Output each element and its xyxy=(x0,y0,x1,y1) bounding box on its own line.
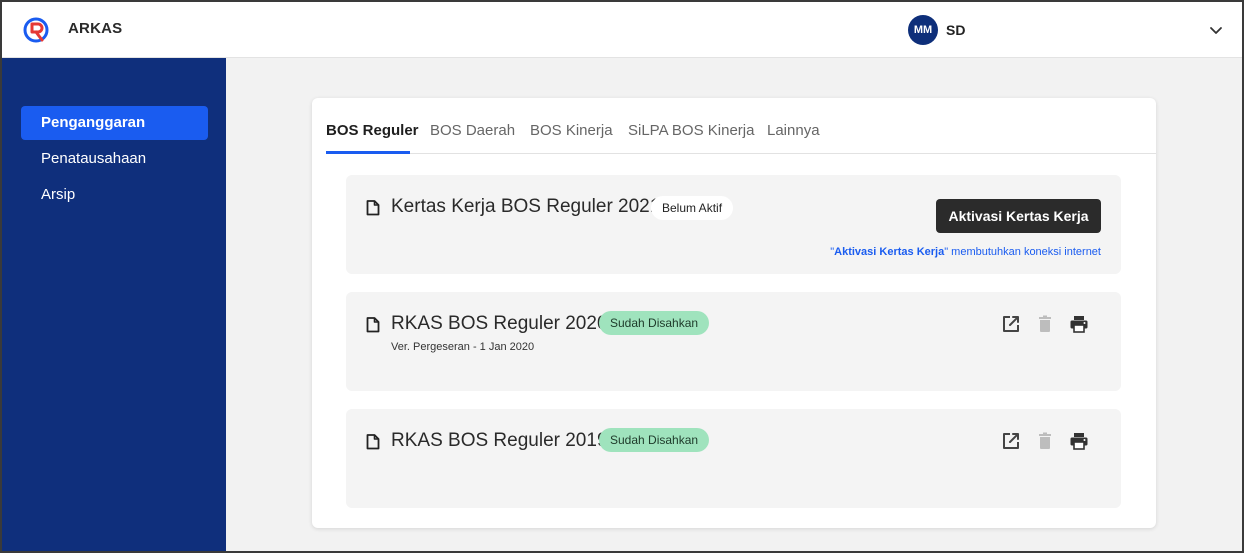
tab-lainnya[interactable]: Lainnya xyxy=(767,122,820,154)
tab-bar: BOS Reguler BOS Daerah BOS Kinerja SiLPA… xyxy=(326,98,1156,154)
rkas-2019-title: RKAS BOS Reguler 2019 xyxy=(391,430,608,451)
trash-icon[interactable] xyxy=(1035,431,1055,451)
arkas-logo-icon[interactable] xyxy=(22,16,50,44)
tab-bos-daerah[interactable]: BOS Daerah xyxy=(430,122,515,154)
tab-bos-reguler[interactable]: BOS Reguler xyxy=(326,122,419,154)
user-name[interactable]: SD xyxy=(946,22,965,38)
activate-worksheet-button[interactable]: Aktivasi Kertas Kerja xyxy=(936,199,1101,233)
activation-note: "Aktivasi Kertas Kerja" membutuhkan kone… xyxy=(830,246,1101,258)
document-icon xyxy=(366,434,380,450)
chevron-down-icon[interactable] xyxy=(1208,22,1224,38)
top-header: ARKAS MM SD xyxy=(0,0,1244,58)
active-tab-indicator xyxy=(326,151,410,154)
budget-card: BOS Reguler BOS Daerah BOS Kinerja SiLPA… xyxy=(312,98,1156,528)
note-bold-text: Aktivasi Kertas Kerja xyxy=(834,246,945,258)
sidebar: Penganggaran Penatausahaan Arsip xyxy=(0,58,226,553)
avatar-initials: MM xyxy=(913,24,933,36)
tab-silpa-bos-kinerja[interactable]: SiLPA BOS Kinerja xyxy=(628,122,754,154)
app-name: ARKAS xyxy=(68,20,123,37)
open-external-icon[interactable] xyxy=(1001,431,1021,451)
sidebar-item-penatausahaan[interactable]: Penatausahaan xyxy=(21,142,208,176)
document-icon xyxy=(366,317,380,333)
note-rest-text: " membutuhkan koneksi internet xyxy=(944,246,1101,258)
status-badge: Sudah Disahkan xyxy=(599,428,710,452)
user-avatar[interactable]: MM xyxy=(908,15,938,45)
worksheet-panel: Kertas Kerja BOS Reguler 2021 Belum Akti… xyxy=(346,175,1121,274)
sidebar-item-arsip[interactable]: Arsip xyxy=(21,178,208,212)
open-external-icon[interactable] xyxy=(1001,314,1021,334)
document-icon xyxy=(366,200,380,216)
rkas-2020-title: RKAS BOS Reguler 2020 xyxy=(391,313,608,334)
printer-icon[interactable] xyxy=(1069,431,1089,451)
status-badge: Belum Aktif xyxy=(651,196,734,220)
status-badge: Sudah Disahkan xyxy=(599,311,710,335)
worksheet-title: Kertas Kerja BOS Reguler 2021 xyxy=(391,196,661,217)
tab-bos-kinerja[interactable]: BOS Kinerja xyxy=(530,122,613,154)
version-text: Ver. Pergeseran - 1 Jan 2020 xyxy=(391,341,535,353)
sidebar-item-penganggaran[interactable]: Penganggaran xyxy=(21,106,208,140)
trash-icon[interactable] xyxy=(1035,314,1055,334)
rkas-2019-panel: RKAS BOS Reguler 2019 Sudah Disahkan xyxy=(346,409,1121,508)
printer-icon[interactable] xyxy=(1069,314,1089,334)
rkas-2020-panel: RKAS BOS Reguler 2020 Sudah Disahkan Ver… xyxy=(346,292,1121,391)
